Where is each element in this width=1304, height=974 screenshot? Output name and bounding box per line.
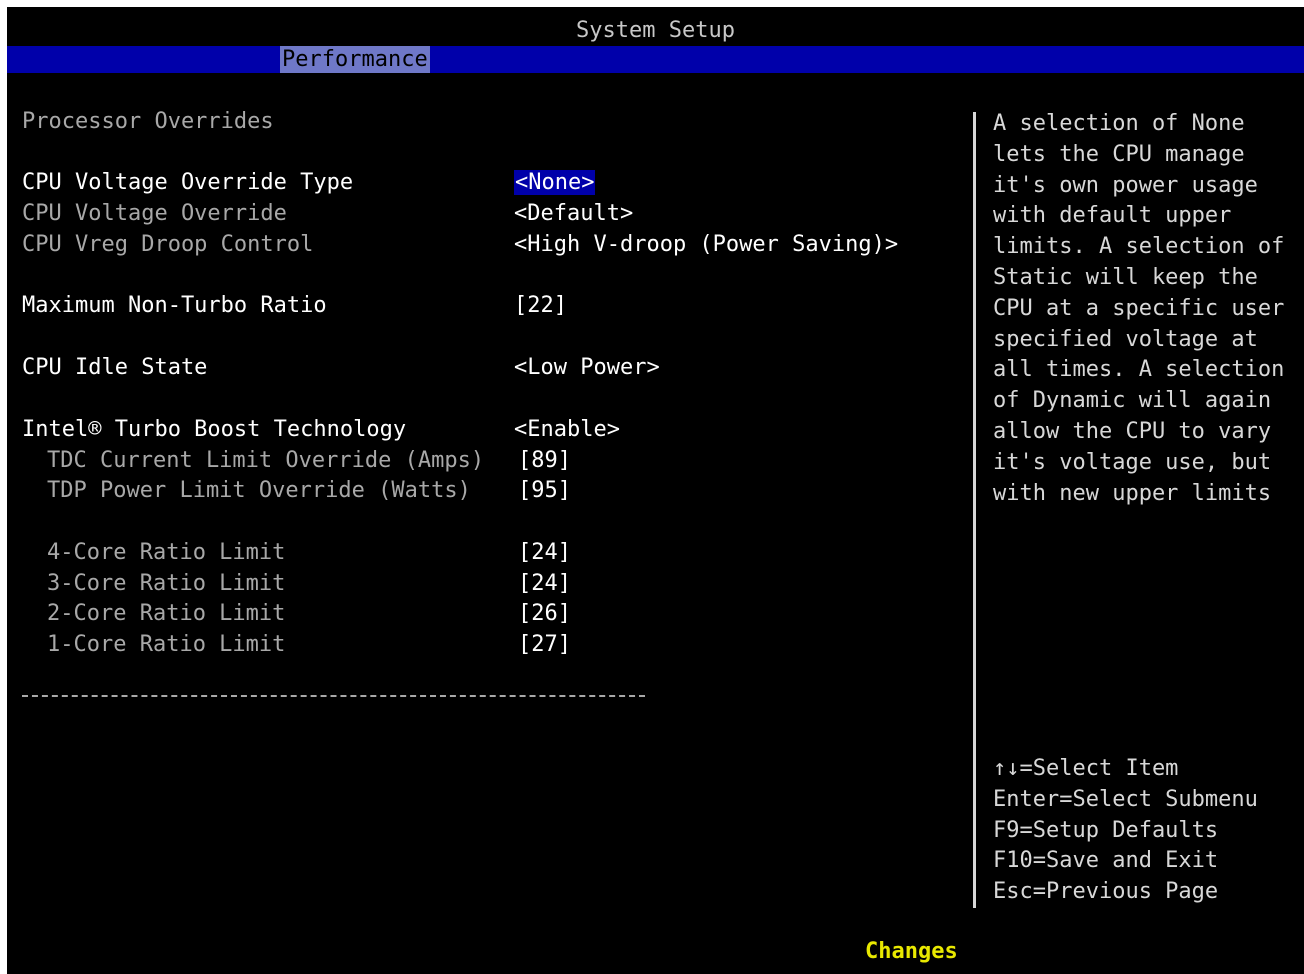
key-legend: ↑↓=Select Item Enter=Select Submenu F9=S…	[993, 754, 1258, 908]
changes-status: Changes	[865, 939, 958, 964]
setting-label-cpu-voltage-override: CPU Voltage Override	[22, 201, 287, 226]
setting-value-cpu-idle-state[interactable]: <Low Power>	[514, 353, 660, 383]
key-setup-defaults: F9=Setup Defaults	[993, 817, 1219, 843]
key-select-item: ↑↓=Select Item	[993, 756, 1179, 781]
setting-label-cpu-vreg-droop-control: CPU Vreg Droop Control	[22, 232, 314, 257]
help-panel-divider	[973, 112, 976, 908]
setting-value-3-core-ratio: [24]	[518, 571, 571, 596]
bios-screen: System Setup Performance Processor Overr…	[7, 7, 1304, 974]
setting-label-max-non-turbo-ratio[interactable]: Maximum Non-Turbo Ratio	[22, 291, 327, 321]
screen-title: System Setup	[576, 18, 735, 43]
setting-value-2-core-ratio: [26]	[518, 601, 571, 626]
setting-label-1-core-ratio: 1-Core Ratio Limit	[47, 632, 286, 657]
setting-value-max-non-turbo-ratio[interactable]: [22]	[514, 291, 567, 321]
setting-label-tdp-power-limit: TDP Power Limit Override (Watts)	[47, 478, 471, 503]
setting-value-tdp-power-limit: [95]	[518, 478, 571, 503]
key-previous-page: Esc=Previous Page	[993, 879, 1219, 905]
setting-label-tdc-current-limit: TDC Current Limit Override (Amps)	[47, 448, 485, 473]
setting-label-4-core-ratio: 4-Core Ratio Limit	[47, 540, 286, 565]
setting-value-cpu-voltage-override: <Default>	[514, 201, 634, 226]
setting-label-cpu-voltage-override-type[interactable]: CPU Voltage Override Type	[22, 168, 353, 198]
setting-value-cpu-vreg-droop-control: <High V-droop (Power Saving)>	[514, 232, 899, 257]
setting-label-2-core-ratio: 2-Core Ratio Limit	[47, 601, 286, 626]
setting-label-cpu-idle-state[interactable]: CPU Idle State	[22, 353, 207, 383]
key-select-submenu: Enter=Select Submenu	[993, 786, 1258, 812]
dashed-divider	[22, 695, 645, 697]
key-save-exit: F10=Save and Exit	[993, 848, 1219, 874]
setting-value-1-core-ratio: [27]	[518, 632, 571, 657]
setting-value-tdc-current-limit: [89]	[518, 448, 571, 473]
tab-performance[interactable]: Performance	[280, 46, 430, 73]
help-text: A selection of None lets the CPU manage …	[993, 111, 1285, 506]
setting-label-turbo-boost[interactable]: Intel® Turbo Boost Technology	[22, 415, 406, 445]
setting-label-3-core-ratio: 3-Core Ratio Limit	[47, 571, 286, 596]
tab-bar: Performance	[7, 46, 1304, 73]
section-title: Processor Overrides	[22, 109, 274, 134]
selected-value[interactable]: <None>	[514, 170, 596, 195]
setting-value-4-core-ratio: [24]	[518, 540, 571, 565]
setting-value-turbo-boost[interactable]: <Enable>	[514, 415, 620, 445]
setting-value-cpu-voltage-override-type[interactable]: <None>	[514, 168, 596, 198]
